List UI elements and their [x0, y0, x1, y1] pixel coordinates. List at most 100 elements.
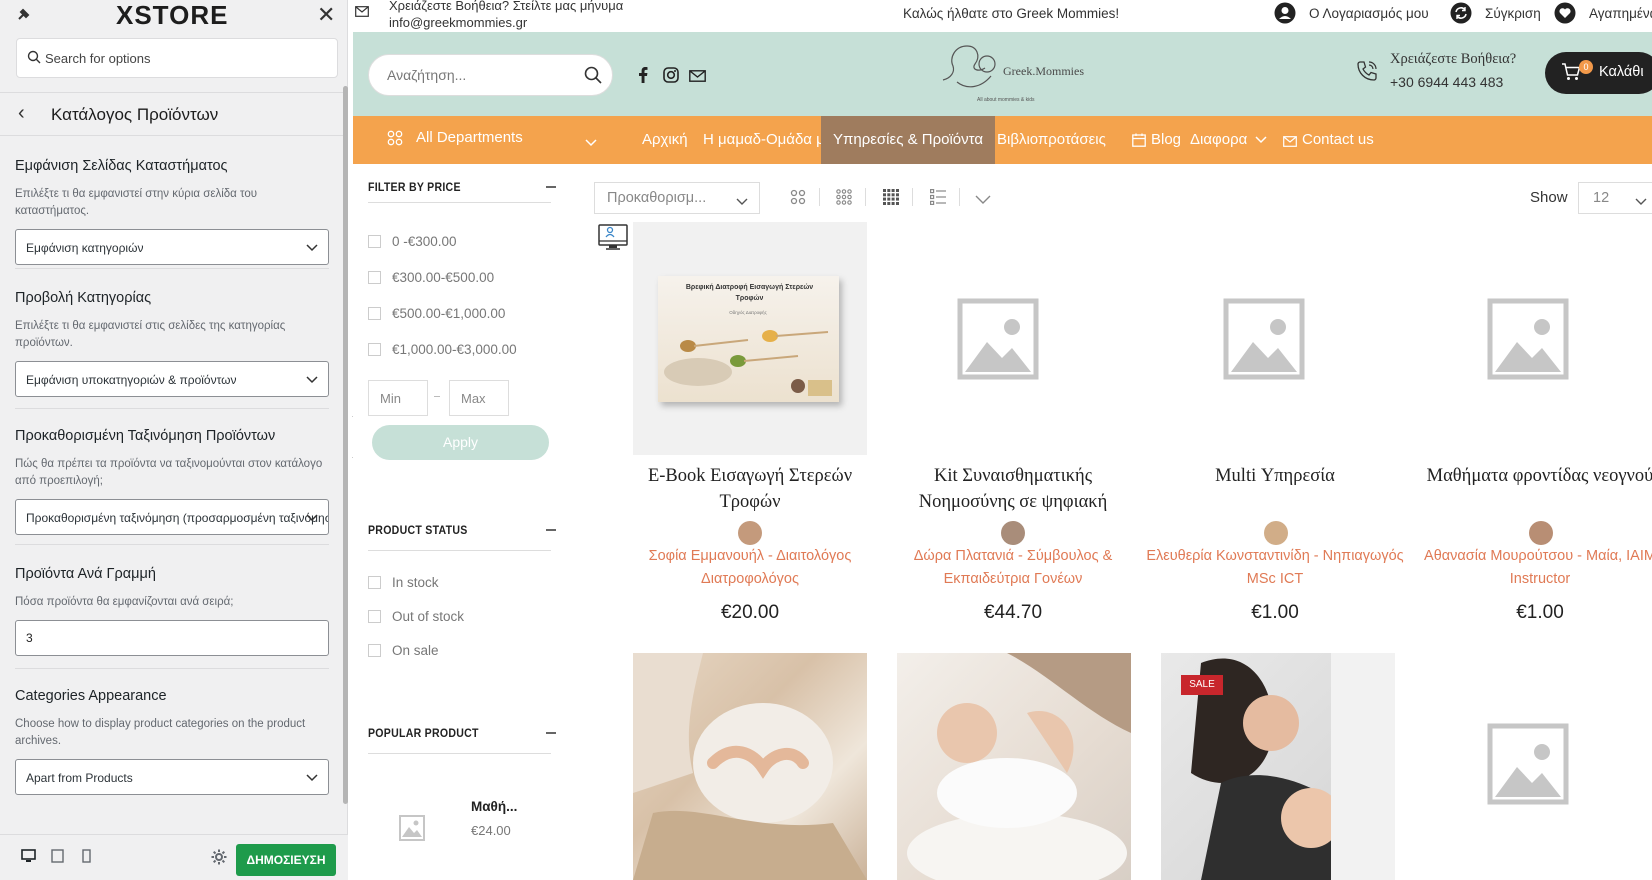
email-icon[interactable] [689, 69, 706, 87]
cart-button[interactable]: 0 Καλάθι [1545, 52, 1652, 94]
phone-number[interactable]: +30 6944 443 483 [1390, 74, 1503, 90]
vendor-avatar[interactable] [1529, 521, 1553, 545]
all-departments-menu[interactable]: All Departments [353, 129, 603, 152]
product-title[interactable]: Μαθήματα φροντίδας νεογνού [1411, 463, 1652, 489]
my-account-link[interactable]: Ο Λογαριασμός μου [1309, 6, 1429, 21]
select-value: Εμφάνιση κατηγοριών [26, 241, 144, 255]
desktop-preview-icon[interactable] [21, 849, 36, 868]
mobile-preview-icon[interactable] [82, 849, 91, 868]
back-arrow-icon[interactable]: ‹ [18, 102, 25, 125]
brand-tagline: All about mommies & kids [977, 97, 1035, 103]
max-price-input[interactable]: Max [449, 380, 509, 416]
product-vendor[interactable]: Αθανασία Μουρούτσου - Μαία, IAIM Instruc… [1411, 545, 1652, 591]
status-option-label[interactable]: Out of stock [392, 609, 464, 624]
help-message: Χρειάζεστε Βοήθεια? Στείλτε μας μήνυμα i… [389, 0, 623, 31]
user-icon[interactable] [1274, 2, 1296, 27]
close-icon[interactable]: ✕ [317, 2, 335, 28]
price-checkbox[interactable] [368, 343, 381, 356]
product-title[interactable]: Multi Υπηρεσία [1146, 463, 1404, 489]
per-page-select[interactable]: 12 [1578, 182, 1652, 214]
control-label: Προβολή Κατηγορίας [15, 290, 152, 306]
products-per-row-input[interactable]: 3 [15, 620, 329, 656]
price-checkbox[interactable] [368, 271, 381, 284]
image-placeholder-icon [1487, 723, 1569, 810]
pin-icon[interactable] [16, 6, 32, 27]
site-search[interactable] [368, 54, 613, 96]
price-range-label[interactable]: €1,000.00-€3,000.00 [392, 342, 517, 357]
product-vendor[interactable]: Σοφία Εμμανουήλ - Διαιτολόγος Διατροφολό… [621, 545, 879, 591]
product-title[interactable]: Kit Συναισθηματικής Νοημοσύνης σε ψηφιακ… [884, 463, 1142, 515]
divider [368, 550, 551, 551]
product-image[interactable] [897, 653, 1131, 880]
min-price-input[interactable]: Min [368, 380, 428, 416]
product-title[interactable]: E-Book Εισαγωγή Στερεών Τροφών [621, 463, 879, 515]
help-email-link[interactable]: info@greekmommies.gr [389, 14, 623, 31]
product-image[interactable] [1410, 653, 1644, 880]
site-search-input[interactable] [387, 55, 567, 95]
brand-logo[interactable]: Greek.Mommies All about mommies & kids [937, 42, 1097, 106]
status-checkbox[interactable] [368, 576, 381, 589]
nav-book-recommendations[interactable]: Βιβλιοπροτάσεις [985, 116, 1118, 164]
categories-appearance-select[interactable]: Apart from Products [15, 759, 329, 795]
grid-2-icon[interactable] [790, 189, 806, 210]
default-sorting-select[interactable]: Προκαθορισμένη ταξινόμηση (προσαρμοσμένη… [15, 499, 329, 535]
monitor-user-icon[interactable] [598, 224, 628, 257]
control-categories-appearance: Categories Appearance Choose how to disp… [15, 688, 329, 795]
image-placeholder-icon [1487, 298, 1569, 385]
wishlist-link[interactable]: Αγαπημένα [1589, 6, 1652, 21]
vendor-avatar[interactable] [738, 521, 762, 545]
collapse-icon[interactable] [546, 186, 556, 188]
product-image[interactable] [1147, 222, 1381, 455]
scrollbar[interactable] [343, 86, 348, 804]
grid-4-icon[interactable] [883, 189, 899, 210]
ebook-cover: Βρεφική Διατροφή Εισαγωγή Στερεών Τροφών… [658, 276, 839, 402]
status-option-label[interactable]: In stock [392, 575, 439, 590]
publish-button[interactable]: ΔΗΜΟΣΙΕΥΣΗ [236, 844, 336, 876]
nav-home[interactable]: Αρχική [630, 116, 700, 164]
gear-icon[interactable] [211, 849, 227, 870]
status-option-label[interactable]: On sale [392, 643, 439, 658]
compare-link[interactable]: Σύγκριση [1485, 6, 1541, 21]
options-search-input[interactable] [45, 39, 330, 77]
product-vendor[interactable]: Δώρα Πλατανιά - Σύμβουλος & Εκπαιδεύτρια… [884, 545, 1142, 591]
all-departments-label: All Departments [416, 129, 523, 146]
popular-product-name[interactable]: Μαθή... [471, 799, 517, 814]
nav-services-products[interactable]: Υπηρεσίες & Προϊόντα [821, 116, 996, 164]
product-image[interactable] [885, 222, 1119, 455]
facebook-icon[interactable] [638, 67, 648, 88]
chevron-down-icon [585, 134, 597, 152]
product-vendor[interactable]: Ελευθερία Κωνσταντινίδη - Νηπιαγωγός MSc… [1146, 545, 1404, 591]
vendor-avatar[interactable] [1001, 521, 1025, 545]
instagram-icon[interactable] [663, 67, 679, 88]
options-search[interactable] [16, 38, 338, 78]
site-header: Greek.Mommies All about mommies & kids Χ… [353, 32, 1652, 116]
product-image[interactable] [1410, 222, 1644, 455]
price-checkbox[interactable] [368, 307, 381, 320]
compare-icon[interactable] [1450, 2, 1472, 27]
collapse-icon[interactable] [546, 529, 556, 531]
vendor-avatar[interactable] [1264, 521, 1288, 545]
grid-3-icon[interactable] [836, 189, 852, 210]
shop-page-display-select[interactable]: Εμφάνιση κατηγοριών [15, 229, 329, 265]
apply-button[interactable]: Apply [372, 425, 549, 460]
product-image[interactable] [633, 653, 867, 880]
status-checkbox[interactable] [368, 610, 381, 623]
sort-select[interactable]: Προκαθορισμ... [594, 182, 760, 214]
product-image[interactable]: Βρεφική Διατροφή Εισαγωγή Στερεών Τροφών… [633, 222, 867, 455]
sort-value: Προκαθορισμ... [607, 190, 707, 206]
product-image[interactable]: SALE [1161, 653, 1395, 880]
price-range-label[interactable]: €500.00-€1,000.00 [392, 306, 505, 321]
search-icon[interactable] [584, 66, 602, 89]
status-checkbox[interactable] [368, 644, 381, 657]
tablet-preview-icon[interactable] [51, 849, 64, 868]
heart-icon[interactable] [1554, 2, 1576, 27]
price-range-label[interactable]: €300.00-€500.00 [392, 270, 494, 285]
list-view-icon[interactable] [930, 189, 946, 210]
chevron-down-icon[interactable] [975, 192, 991, 210]
image-placeholder-icon[interactable] [399, 815, 425, 846]
category-display-select[interactable]: Εμφάνιση υποκατηγοριών & προϊόντων [15, 361, 329, 397]
divider [865, 188, 866, 206]
price-checkbox[interactable] [368, 235, 381, 248]
price-range-label[interactable]: 0 -€300.00 [392, 234, 457, 249]
collapse-icon[interactable] [546, 732, 556, 734]
